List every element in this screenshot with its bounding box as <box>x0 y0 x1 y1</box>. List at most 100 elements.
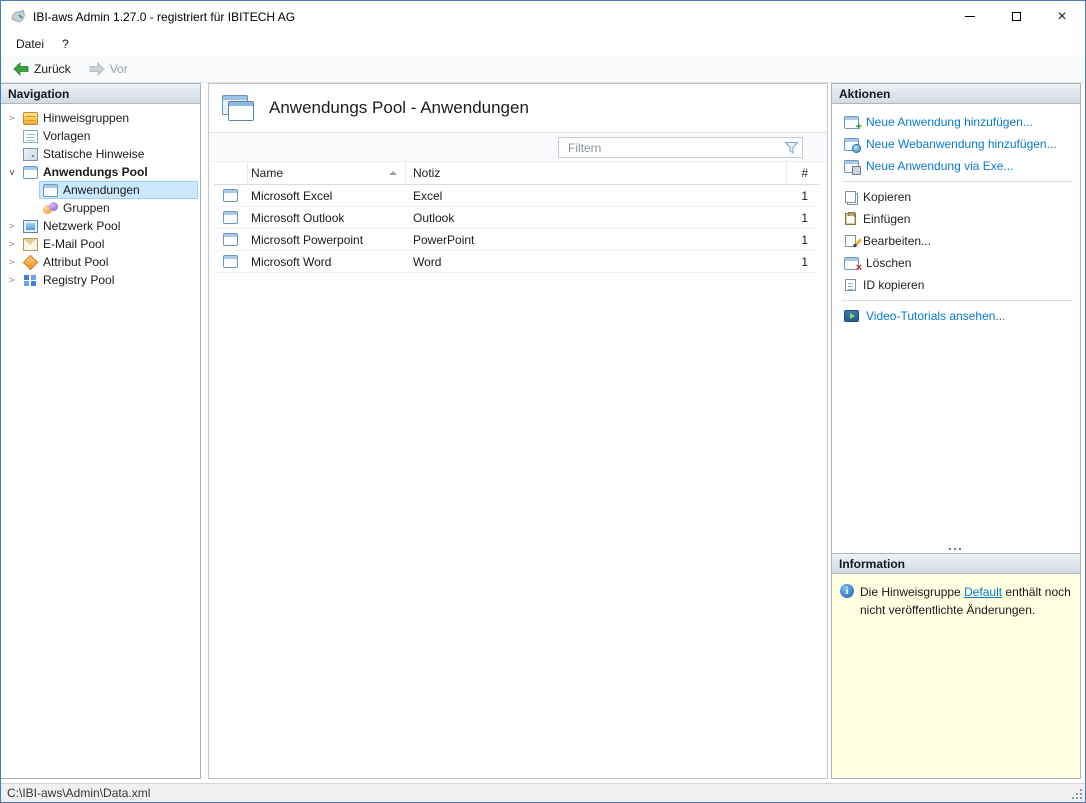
hint-groups-icon <box>23 112 38 125</box>
cell-count: 1 <box>787 229 819 250</box>
action-label: ID kopieren <box>863 278 924 292</box>
action-label: Neue Webanwendung hinzufügen... <box>866 137 1057 151</box>
column-icon[interactable] <box>214 162 248 184</box>
row-icon-cell <box>214 251 248 272</box>
nav-item-body[interactable]: Vorlagen <box>19 127 198 145</box>
actions-panel-header: Aktionen <box>832 84 1080 104</box>
copy-id-icon <box>845 279 856 291</box>
video-tutorials-icon <box>844 310 859 322</box>
filter-input[interactable] <box>558 137 803 158</box>
nav-item-netzwerk-pool[interactable]: >Netzwerk Pool <box>4 217 198 235</box>
information-panel-header: Information <box>832 554 1080 574</box>
close-icon <box>1057 9 1066 25</box>
forward-arrow-icon <box>89 62 105 76</box>
minimize-icon <box>965 16 975 17</box>
titlebar: IBI-aws Admin 1.27.0 - registriert für I… <box>1 1 1085 32</box>
back-arrow-icon <box>13 62 29 76</box>
chevron-right-icon[interactable]: > <box>4 221 19 232</box>
nav-item-body[interactable]: Anwendungs Pool <box>19 163 198 181</box>
nav-item-label: Anwendungs Pool <box>43 165 148 179</box>
nav-item-body[interactable]: Gruppen <box>39 199 198 217</box>
nav-item-label: Statische Hinweise <box>43 147 144 161</box>
default-group-link[interactable]: Default <box>964 585 1002 599</box>
row-icon-cell <box>214 229 248 250</box>
cell-notiz: Word <box>406 251 787 272</box>
minimize-button[interactable] <box>947 1 993 32</box>
resize-grip[interactable] <box>1071 788 1083 800</box>
cell-count: 1 <box>787 251 819 272</box>
table-row-microsoft-outlook[interactable]: Microsoft OutlookOutlook1 <box>214 207 819 229</box>
column-name-label: Name <box>251 166 283 180</box>
menu-help[interactable]: ? <box>53 34 78 54</box>
filter-band <box>209 133 827 162</box>
delete-icon <box>844 257 859 270</box>
chevron-right-icon[interactable]: > <box>4 257 19 268</box>
chevron-right-icon[interactable]: > <box>4 275 19 286</box>
action-bearbeiten[interactable]: Bearbeiten... <box>832 230 1080 252</box>
nav-item-e-mail-pool[interactable]: >E-Mail Pool <box>4 235 198 253</box>
cell-name: Microsoft Word <box>248 251 406 272</box>
panel-splitter-handle[interactable] <box>949 547 963 552</box>
cell-notiz: PowerPoint <box>406 229 787 250</box>
applications-header-icon <box>222 95 254 121</box>
application-icon <box>43 184 58 197</box>
navigation-panel-header: Navigation <box>1 84 200 104</box>
forward-label: Vor <box>110 62 128 76</box>
cell-count: 1 <box>787 185 819 206</box>
action-neue-webanwendung-hinzufügen[interactable]: Neue Webanwendung hinzufügen... <box>832 133 1080 155</box>
menubar: Datei ? <box>1 32 1085 56</box>
nav-item-gruppen[interactable]: Gruppen <box>4 199 198 217</box>
groups-icon <box>43 202 58 215</box>
chevron-right-icon[interactable]: > <box>4 239 19 250</box>
applications-table: Name Notiz # Microsoft ExcelExcel1Micros… <box>209 162 827 778</box>
nav-item-body[interactable]: Statische Hinweise <box>19 145 198 163</box>
main-panel: Anwendungs Pool - Anwendungen Name <box>208 83 828 779</box>
column-count[interactable]: # <box>787 162 819 184</box>
action-löschen[interactable]: Löschen <box>832 252 1080 274</box>
action-neue-anwendung-hinzufügen[interactable]: Neue Anwendung hinzufügen... <box>832 111 1080 133</box>
column-count-label: # <box>801 166 808 180</box>
close-button[interactable] <box>1039 1 1085 32</box>
nav-item-anwendungen[interactable]: Anwendungen <box>4 181 198 199</box>
copy-icon <box>845 191 856 203</box>
nav-item-body[interactable]: Netzwerk Pool <box>19 217 198 235</box>
nav-item-body[interactable]: Registry Pool <box>19 271 198 289</box>
main-header: Anwendungs Pool - Anwendungen <box>209 84 827 133</box>
table-row-microsoft-powerpoint[interactable]: Microsoft PowerpointPowerPoint1 <box>214 229 819 251</box>
application-icon <box>223 211 238 224</box>
action-kopieren[interactable]: Kopieren <box>832 186 1080 208</box>
chevron-right-icon[interactable]: > <box>4 113 19 124</box>
nav-item-statische-hinweise[interactable]: Statische Hinweise <box>4 145 198 163</box>
statusbar: C:\IBI-aws\Admin\Data.xml <box>1 783 1085 802</box>
nav-item-body[interactable]: Attribut Pool <box>19 253 198 271</box>
row-icon-cell <box>214 207 248 228</box>
nav-item-anwendungs-pool[interactable]: > Anwendungs Pool <box>4 163 198 181</box>
filter-icon[interactable] <box>785 141 798 154</box>
menu-datei[interactable]: Datei <box>7 34 53 54</box>
info-text-before: Die Hinweisgruppe <box>860 585 964 599</box>
nav-item-label: Registry Pool <box>43 273 114 287</box>
action-video-tutorials-ansehen[interactable]: Video-Tutorials ansehen... <box>832 305 1080 327</box>
action-id-kopieren[interactable]: ID kopieren <box>832 274 1080 296</box>
action-einfügen[interactable]: Einfügen <box>832 208 1080 230</box>
nav-item-attribut-pool[interactable]: >Attribut Pool <box>4 253 198 271</box>
nav-item-body[interactable]: E-Mail Pool <box>19 235 198 253</box>
paste-icon <box>845 213 856 225</box>
nav-item-body[interactable]: Anwendungen <box>39 181 198 199</box>
nav-item-body[interactable]: Hinweisgruppen <box>19 109 198 127</box>
column-notiz[interactable]: Notiz <box>406 162 787 184</box>
table-row-microsoft-word[interactable]: Microsoft WordWord1 <box>214 251 819 273</box>
information-text: Die Hinweisgruppe Default enthält noch n… <box>860 583 1072 619</box>
back-button[interactable]: Zurück <box>5 59 79 79</box>
action-neue-anwendung-via-exe[interactable]: Neue Anwendung via Exe... <box>832 155 1080 177</box>
table-row-microsoft-excel[interactable]: Microsoft ExcelExcel1 <box>214 185 819 207</box>
nav-item-vorlagen[interactable]: Vorlagen <box>4 127 198 145</box>
nav-item-registry-pool[interactable]: > Registry Pool <box>4 271 198 289</box>
navigation-panel: Navigation > Hinweisgruppen Vorlagen Statis… <box>1 83 201 779</box>
nav-item-hinweisgruppen[interactable]: > Hinweisgruppen <box>4 109 198 127</box>
nav-item-label: Hinweisgruppen <box>43 111 129 125</box>
chevron-down-icon[interactable]: > <box>6 165 17 180</box>
column-name[interactable]: Name <box>248 162 406 184</box>
actions-separator <box>842 181 1072 182</box>
maximize-button[interactable] <box>993 1 1039 32</box>
